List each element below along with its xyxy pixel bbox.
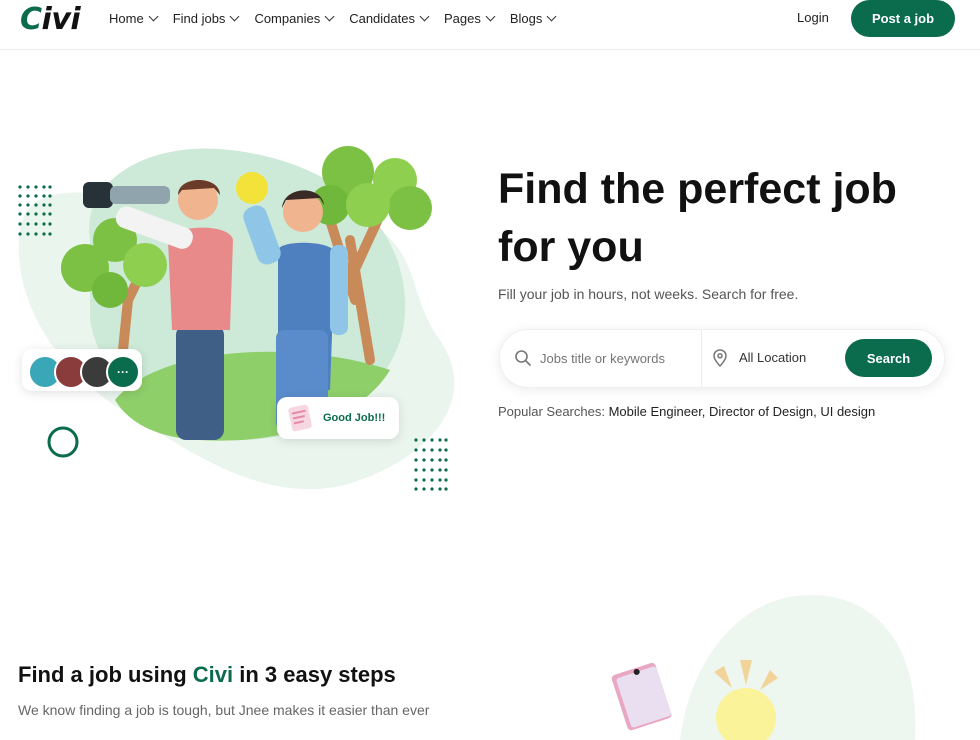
- yellow-ball: [236, 172, 268, 204]
- post-job-button[interactable]: Post a job: [851, 0, 955, 37]
- logo-first-letter: C: [20, 2, 42, 37]
- good-job-card: Good Job!!!: [277, 397, 399, 439]
- steps-blob: [680, 595, 916, 740]
- nav-label: Find jobs: [172, 10, 226, 26]
- main-menu: Home Find jobs Companies Candidates Page…: [109, 0, 557, 36]
- clipboard-icon: [288, 404, 312, 432]
- nav-label: Blogs: [509, 10, 543, 26]
- more-avatars-icon: ···: [106, 355, 140, 389]
- logo-rest: ivi: [41, 2, 81, 37]
- steps-title: Find a job using Civi in 3 easy steps: [18, 662, 396, 688]
- search-divider: [701, 330, 702, 387]
- location-select[interactable]: All Location: [739, 350, 806, 365]
- chevron-down-icon: [419, 11, 430, 21]
- nav-item-candidates[interactable]: Candidates: [349, 10, 430, 26]
- popular-searches-label: Popular Searches:: [498, 404, 605, 419]
- job-search-bar: All Location Search: [499, 329, 945, 388]
- nav-label: Candidates: [349, 10, 415, 26]
- ring-decoration: [47, 426, 79, 458]
- good-job-label: Good Job!!!: [323, 412, 386, 424]
- nav-item-pages[interactable]: Pages: [443, 10, 496, 26]
- steps-illustration: [611, 595, 916, 740]
- nav-item-home[interactable]: Home: [109, 10, 159, 26]
- location-pin-icon: [713, 349, 727, 367]
- applicants-card: ···: [22, 349, 142, 391]
- nav-item-blogs[interactable]: Blogs: [509, 10, 557, 26]
- chevron-down-icon: [546, 11, 557, 21]
- nav-label: Home: [109, 10, 144, 26]
- keyword-input[interactable]: [538, 350, 692, 367]
- search-icon: [515, 350, 531, 366]
- nav-item-companies[interactable]: Companies: [254, 10, 335, 26]
- chevron-down-icon: [229, 11, 240, 21]
- top-navbar: Civi Home Find jobs Companies Candidates…: [0, 0, 980, 50]
- nav-item-find-jobs[interactable]: Find jobs: [172, 10, 240, 26]
- popular-search-term[interactable]: Director of Design,: [709, 404, 817, 419]
- popular-search-term[interactable]: UI design: [820, 404, 875, 419]
- steps-subtitle: We know finding a job is tough, but Jnee…: [18, 702, 430, 718]
- hero-illustration: [18, 146, 455, 491]
- nav-label: Companies: [254, 10, 321, 26]
- search-button[interactable]: Search: [845, 339, 932, 377]
- civi-logo[interactable]: Civi: [20, 2, 81, 37]
- hero-subtitle: Fill your job in hours, not weeks. Searc…: [498, 286, 799, 302]
- steps-title-brand: Civi: [192, 662, 234, 687]
- steps-title-part: Find a job using: [18, 662, 193, 687]
- steps-title-part: in 3 easy steps: [233, 662, 396, 687]
- nav-label: Pages: [443, 10, 481, 26]
- popular-search-term[interactable]: Mobile Engineer,: [609, 404, 706, 419]
- chevron-down-icon: [148, 11, 159, 21]
- chevron-down-icon: [324, 11, 335, 21]
- notebook-icon: [611, 662, 672, 731]
- popular-searches: Popular Searches: Mobile Engineer, Direc…: [498, 404, 875, 419]
- login-link[interactable]: Login: [797, 10, 829, 25]
- chevron-down-icon: [485, 11, 496, 21]
- hero-title: Find the perfect job for you: [498, 165, 897, 271]
